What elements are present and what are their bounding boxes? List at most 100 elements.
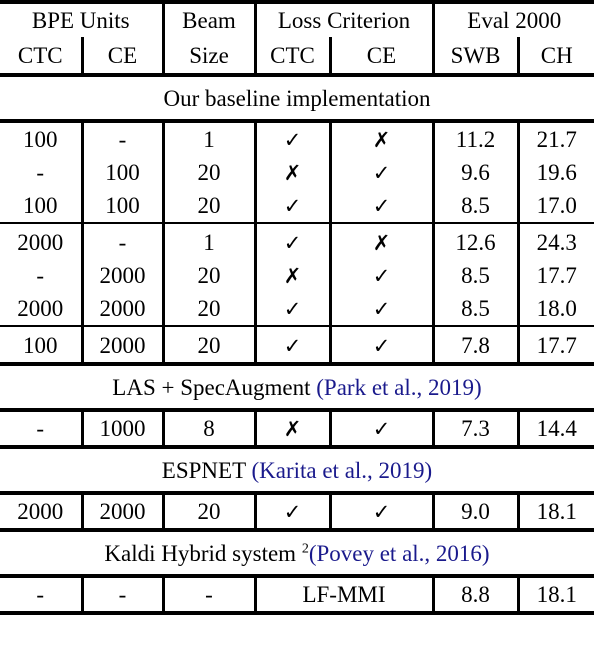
check-icon: ✓ bbox=[372, 500, 391, 524]
cell-ch: 24.3 bbox=[516, 223, 594, 259]
cell-loss-ctc: ✓ bbox=[253, 121, 330, 156]
check-icon: ✓ bbox=[283, 128, 302, 152]
cell-beam: 20 bbox=[161, 189, 255, 224]
cell-loss-ctc: ✓ bbox=[253, 292, 330, 327]
cell-swb: 8.5 bbox=[431, 189, 518, 224]
check-icon: ✓ bbox=[372, 417, 391, 441]
header-group-loss-criterion: Loss Criterion bbox=[253, 0, 433, 37]
cell-loss-ctc: ✓ bbox=[253, 189, 330, 224]
cell-beam: 1 bbox=[161, 223, 255, 259]
cell-loss-ctc: ✓ bbox=[253, 223, 330, 259]
section-title-our-baseline: Our baseline implementation bbox=[0, 75, 594, 123]
cell-beam: 8 bbox=[161, 410, 255, 449]
cell-swb: 7.8 bbox=[431, 326, 518, 366]
header-col-swb: SWB bbox=[431, 37, 518, 77]
check-icon: ✓ bbox=[372, 334, 391, 358]
cell-loss-ce: ✓ bbox=[328, 326, 433, 366]
section-title-row: Kaldi Hybrid system 2(Povey et al., 2016… bbox=[0, 530, 594, 578]
cell-swb: 7.3 bbox=[431, 410, 518, 449]
cell-bpe-ctc: 100 bbox=[0, 189, 82, 224]
section-title-espnet: ESPNET (Karita et al., 2019) bbox=[0, 447, 594, 495]
citation-link[interactable]: (Karita et al., 2019) bbox=[251, 458, 432, 483]
cross-icon: ✗ bbox=[283, 161, 302, 185]
cell-bpe-ctc: - bbox=[36, 160, 45, 185]
cross-icon: ✗ bbox=[372, 128, 391, 152]
results-table: BPE Units Beam Loss Criterion Eval 2000 … bbox=[0, 0, 594, 615]
cross-icon: ✗ bbox=[283, 264, 302, 288]
cell-ch: 14.4 bbox=[516, 410, 594, 449]
cell-bpe-ce: 100 bbox=[80, 156, 163, 189]
header-col-loss-ctc: CTC bbox=[253, 37, 330, 77]
citation-link[interactable]: (Povey et al., 2016) bbox=[309, 541, 490, 566]
cell-loss-ce: ✓ bbox=[328, 259, 433, 292]
cell-swb: 8.5 bbox=[431, 259, 518, 292]
cell-beam: 20 bbox=[161, 156, 255, 189]
cell-beam: 20 bbox=[161, 326, 255, 366]
cell-bpe-ce: 2000 bbox=[80, 326, 163, 366]
check-icon: ✓ bbox=[283, 194, 302, 218]
table-row: 2000 2000 20 ✓ ✓ 8.5 18.0 bbox=[0, 292, 594, 327]
section-title-text: Our baseline implementation bbox=[163, 85, 431, 111]
cell-ch: 17.7 bbox=[516, 326, 594, 366]
header-col-bpe-ce: CE bbox=[80, 37, 163, 77]
cell-bpe-ce: - bbox=[80, 576, 163, 615]
cell-swb: 12.6 bbox=[431, 223, 518, 259]
section-title-row: Our baseline implementation bbox=[0, 75, 594, 123]
cell-swb: 8.8 bbox=[431, 576, 518, 615]
cell-bpe-ce: - bbox=[80, 121, 163, 156]
table-row: - 2000 20 ✗ ✓ 8.5 17.7 bbox=[0, 259, 594, 292]
cell-ch: 18.1 bbox=[516, 493, 594, 532]
cell-loss-ctc: ✗ bbox=[253, 259, 330, 292]
cell-swb: 9.6 bbox=[431, 156, 518, 189]
cell-loss-ce: ✓ bbox=[328, 292, 433, 327]
cross-icon: ✗ bbox=[372, 231, 391, 255]
cell-bpe-ce: - bbox=[80, 223, 163, 259]
cell-loss-ce: ✓ bbox=[328, 493, 433, 532]
cell-loss-ctc: ✓ bbox=[253, 493, 330, 532]
section-title-row: LAS + SpecAugment (Park et al., 2019) bbox=[0, 364, 594, 412]
cell-loss-ce: ✓ bbox=[328, 156, 433, 189]
cross-icon: ✗ bbox=[283, 417, 302, 441]
results-table-container: BPE Units Beam Loss Criterion Eval 2000 … bbox=[0, 0, 594, 658]
cell-bpe-ctc: 100 bbox=[0, 326, 82, 366]
section-title-text: LAS + SpecAugment bbox=[112, 374, 317, 400]
check-icon: ✓ bbox=[283, 334, 302, 358]
header-col-beam-size: Size bbox=[161, 37, 255, 77]
cell-bpe-ce: 1000 bbox=[80, 410, 163, 449]
header-col-ch: CH bbox=[516, 37, 594, 77]
cell-loss-ce: ✗ bbox=[328, 223, 433, 259]
cell-beam: 20 bbox=[161, 493, 255, 532]
cell-ch: 19.6 bbox=[516, 156, 594, 189]
cell-loss-ctc: ✗ bbox=[253, 156, 330, 189]
check-icon: ✓ bbox=[283, 500, 302, 524]
table-row: - - - LF-MMI 8.8 18.1 bbox=[0, 576, 594, 615]
cell-bpe-ctc: 100 bbox=[23, 127, 58, 152]
header-group-eval-2000: Eval 2000 bbox=[431, 0, 594, 37]
cell-bpe-ce: 2000 bbox=[80, 493, 163, 532]
header-col-loss-ce: CE bbox=[328, 37, 433, 77]
cell-swb: 11.2 bbox=[431, 121, 518, 156]
cell-bpe-ctc: - bbox=[36, 263, 45, 288]
section-title-kaldi-hybrid: Kaldi Hybrid system 2(Povey et al., 2016… bbox=[0, 530, 594, 578]
cell-loss-ce: ✓ bbox=[328, 410, 433, 449]
header-col-bpe-ctc: CTC bbox=[0, 37, 82, 77]
section-title-las-specaugment: LAS + SpecAugment (Park et al., 2019) bbox=[0, 364, 594, 412]
cell-ch: 17.0 bbox=[516, 189, 594, 224]
citation-link[interactable]: (Park et al., 2019) bbox=[316, 375, 481, 400]
section-title-text: ESPNET bbox=[161, 457, 252, 483]
table-row: 2000 - 1 ✓ ✗ 12.6 24.3 bbox=[0, 223, 594, 259]
cell-bpe-ce: 2000 bbox=[80, 292, 163, 327]
table-row: 100 2000 20 ✓ ✓ 7.8 17.7 bbox=[0, 326, 594, 366]
cell-bpe-ctc: 2000 bbox=[17, 230, 64, 255]
cell-loss-ce: ✓ bbox=[328, 189, 433, 224]
header-sub-row: CTC CE Size CTC CE SWB CH bbox=[0, 37, 594, 77]
cell-beam: - bbox=[161, 576, 255, 615]
section-title-text: Kaldi Hybrid system bbox=[104, 540, 302, 566]
cell-ch: 21.7 bbox=[516, 121, 594, 156]
table-row: 100 100 20 ✓ ✓ 8.5 17.0 bbox=[0, 189, 594, 224]
cell-bpe-ctc: 2000 bbox=[0, 493, 82, 532]
table-row: - 100 20 ✗ ✓ 9.6 19.6 bbox=[0, 156, 594, 189]
table-row: 100 - 1 ✓ ✗ 11.2 21.7 bbox=[0, 121, 594, 156]
cell-beam: 20 bbox=[161, 259, 255, 292]
cell-bpe-ctc: - bbox=[0, 410, 82, 449]
